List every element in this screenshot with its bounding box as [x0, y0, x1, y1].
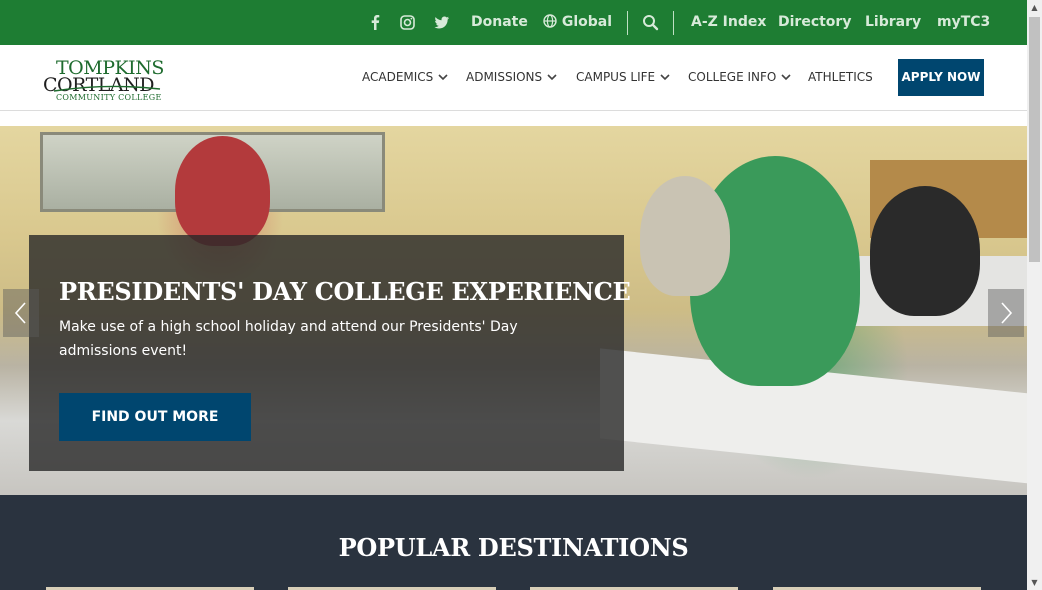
utility-bar: Donate Global A-Z Index Directory Librar… [0, 0, 1027, 45]
search-icon[interactable] [641, 13, 660, 32]
mytc3-link[interactable]: myTC3 [937, 0, 990, 45]
nav-admissions-label: ADMISSIONS [466, 70, 543, 84]
scroll-down-icon[interactable]: ▼ [1027, 575, 1042, 590]
nav-academics-label: ACADEMICS [362, 70, 434, 84]
carousel-prev-button[interactable] [3, 289, 39, 337]
scroll-thumb[interactable] [1029, 17, 1040, 262]
chevron-left-icon [14, 302, 26, 324]
hero-photo-person [640, 176, 730, 296]
nav-athletics[interactable]: ATHLETICS [808, 67, 873, 87]
popular-destinations-section: POPULAR DESTINATIONS [0, 495, 1027, 590]
hero-caption: PRESIDENTS' DAY COLLEGE EXPERIENCE Make … [29, 235, 631, 471]
nav-college-info-label: COLLEGE INFO [688, 70, 777, 84]
instagram-icon[interactable] [398, 13, 417, 32]
chevron-down-icon [781, 74, 791, 81]
apply-now-button[interactable]: APPLY NOW [898, 59, 984, 96]
chevron-down-icon [547, 74, 557, 81]
global-label: Global [561, 14, 613, 30]
nav-campus-life[interactable]: CAMPUS LIFE [576, 67, 670, 87]
library-link[interactable]: Library [865, 0, 921, 45]
nav-college-info[interactable]: COLLEGE INFO [688, 67, 791, 87]
main-header: TOMPKINS CORTLAND COMMUNITY COLLEGE ACAD… [0, 45, 1027, 111]
nav-academics[interactable]: ACADEMICS [362, 67, 448, 87]
a-z-index-link[interactable]: A-Z Index [691, 0, 766, 45]
hero-title: PRESIDENTS' DAY COLLEGE EXPERIENCE [59, 277, 631, 306]
donate-link[interactable]: Donate [471, 0, 528, 45]
directory-link[interactable]: Directory [778, 0, 851, 45]
logo-swoosh [53, 85, 161, 92]
global-link[interactable]: Global [543, 0, 612, 45]
chevron-right-icon [1001, 302, 1013, 324]
hero-description: Make use of a high school holiday and at… [59, 319, 518, 359]
twitter-icon[interactable] [432, 13, 451, 32]
chevron-down-icon [438, 74, 448, 81]
scroll-up-icon[interactable]: ▲ [1027, 0, 1042, 15]
hero-photo-person [175, 136, 270, 246]
find-out-more-button[interactable]: FIND OUT MORE [59, 393, 251, 441]
chevron-down-icon [660, 74, 670, 81]
hero-carousel: PRESIDENTS' DAY COLLEGE EXPERIENCE Make … [0, 126, 1027, 495]
facebook-icon[interactable] [366, 13, 385, 32]
divider [673, 11, 674, 35]
globe-icon [543, 14, 557, 28]
hero-photo-person [870, 186, 980, 316]
carousel-next-button[interactable] [988, 289, 1024, 337]
logo-line-3: COMMUNITY COLLEGE [56, 93, 162, 102]
college-logo[interactable]: TOMPKINS CORTLAND COMMUNITY COLLEGE [42, 57, 170, 103]
nav-admissions[interactable]: ADMISSIONS [466, 67, 557, 87]
page-scrollbar[interactable]: ▲ ▼ [1027, 0, 1042, 590]
divider [627, 11, 628, 35]
popular-destinations-title: POPULAR DESTINATIONS [338, 533, 689, 562]
nav-campus-life-label: CAMPUS LIFE [576, 70, 656, 84]
